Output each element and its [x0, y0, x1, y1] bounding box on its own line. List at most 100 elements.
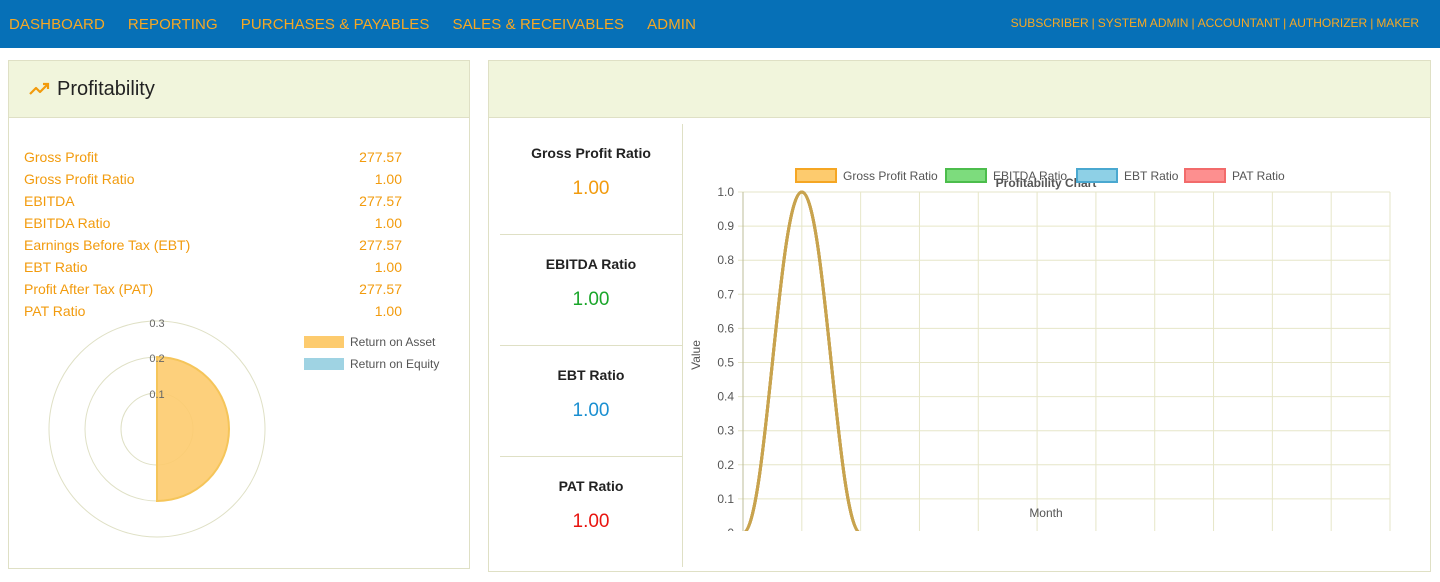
user-roles: SUBSCRIBER | SYSTEM ADMIN | ACCOUNTANT | AU… — [1011, 16, 1419, 30]
y-tick-label: 0.3 — [717, 424, 734, 438]
metric-label: EBT Ratio — [24, 259, 88, 275]
metric-label: Profit After Tax (PAT) — [24, 281, 154, 297]
metric-value: 1.00 — [374, 303, 402, 319]
series-line-ebitda-ratio[interactable] — [743, 190, 1390, 531]
profitability-line-chart: Profitability Chart Gross Profit Ratio EB… — [689, 168, 1391, 531]
legend-item-pat-ratio[interactable]: PAT Ratio — [1184, 168, 1285, 183]
profitability-panel-header: Profitability — [9, 61, 469, 118]
metric-row: EBT Ratio 1.00 — [24, 259, 402, 281]
ratio-panel-header — [489, 61, 1430, 118]
metric-value: 277.57 — [359, 237, 402, 253]
y-tick-label: 0.1 — [717, 492, 734, 506]
metric-value: 1.00 — [374, 171, 402, 187]
polar-tick-label: 0.2 — [149, 353, 164, 365]
ratio-value: 1.00 — [572, 178, 610, 199]
polar-chart: 0.3 0.2 0.1 — [48, 318, 266, 538]
role-separator: | — [1091, 16, 1095, 30]
legend-item-return-on-equity[interactable]: Return on Equity — [304, 353, 439, 375]
ratio-label: EBITDA Ratio — [545, 256, 637, 272]
nav-sales-receivables[interactable]: SALES & RECEIVABLES — [452, 16, 624, 33]
ratio-label: EBT Ratio — [557, 367, 625, 383]
metric-label: EBITDA — [24, 193, 75, 209]
polar-slice-return-on-asset[interactable] — [156, 355, 230, 503]
y-tick-label: 0 — [727, 526, 734, 531]
legend-label: EBITDA Ratio — [993, 169, 1067, 183]
ratio-value: 1.00 — [572, 400, 610, 421]
legend-label: Return on Asset — [350, 335, 436, 349]
metric-label: Earnings Before Tax (EBT) — [24, 237, 191, 253]
metric-label: Gross Profit — [24, 149, 98, 165]
legend-swatch — [304, 336, 344, 348]
nav-admin[interactable]: ADMIN — [647, 16, 696, 33]
legend-label: Gross Profit Ratio — [843, 169, 938, 183]
ratio-card-ebt: EBT Ratio 1.00 — [500, 346, 682, 457]
metric-value: 277.57 — [359, 193, 402, 209]
ratio-card-ebitda: EBITDA Ratio 1.00 — [500, 235, 682, 346]
series-line-pat-ratio[interactable] — [743, 190, 1390, 531]
ratio-value: 1.00 — [572, 511, 610, 532]
y-tick-label: 0.5 — [717, 356, 734, 370]
x-axis-label: Month — [1029, 506, 1062, 520]
legend-label: Return on Equity — [350, 357, 440, 371]
role-separator: | — [1370, 16, 1374, 30]
y-tick-label: 0.8 — [717, 253, 734, 267]
role-accountant[interactable]: ACCOUNTANT — [1198, 16, 1280, 30]
metrics-list: Gross Profit 277.57 Gross Profit Ratio 1.0… — [24, 149, 402, 325]
polar-legend: Return on Asset Return on Equity — [304, 331, 439, 375]
series-line-gross-profit-ratio[interactable] — [743, 190, 1390, 531]
legend-swatch — [304, 358, 344, 370]
y-tick-label: 0.4 — [717, 390, 734, 404]
y-tick-label: 0.6 — [717, 321, 734, 335]
role-separator: | — [1191, 16, 1195, 30]
metric-value: 1.00 — [374, 215, 402, 231]
y-tick-label: 0.9 — [717, 219, 734, 233]
legend-swatch — [945, 168, 987, 183]
y-axis-label: Value — [689, 340, 703, 370]
role-separator: | — [1283, 16, 1287, 30]
metric-value: 277.57 — [359, 281, 402, 297]
metric-row: Earnings Before Tax (EBT) 277.57 — [24, 237, 402, 259]
y-tick-label: 0.2 — [717, 458, 734, 472]
series-line-ebt-ratio[interactable] — [743, 190, 1390, 531]
ratio-label: PAT Ratio — [558, 478, 624, 494]
legend-item-ebt-ratio[interactable]: EBT Ratio — [1076, 168, 1179, 183]
role-subscriber[interactable]: SUBSCRIBER — [1011, 16, 1089, 30]
ratio-card-pat: PAT Ratio 1.00 — [500, 457, 682, 568]
role-maker[interactable]: MAKER — [1376, 16, 1419, 30]
legend-label: EBT Ratio — [1124, 169, 1179, 183]
polar-tick-label: 0.1 — [149, 389, 164, 401]
metric-row: EBITDA Ratio 1.00 — [24, 215, 402, 237]
nav-dashboard[interactable]: DASHBOARD — [9, 16, 105, 33]
ratio-card-gross-profit: Gross Profit Ratio 1.00 — [500, 124, 682, 235]
metric-row: Gross Profit Ratio 1.00 — [24, 171, 402, 193]
nav-reporting[interactable]: REPORTING — [128, 16, 218, 33]
ratio-label: Gross Profit Ratio — [531, 145, 651, 161]
legend-item-return-on-asset[interactable]: Return on Asset — [304, 331, 439, 353]
metric-row: EBITDA 277.57 — [24, 193, 402, 215]
legend-item-gross-profit-ratio[interactable]: Gross Profit Ratio — [795, 168, 938, 183]
metric-row: Profit After Tax (PAT) 277.57 — [24, 281, 402, 303]
legend-swatch — [795, 168, 837, 183]
metric-row: Gross Profit 277.57 — [24, 149, 402, 171]
metric-value: 277.57 — [359, 149, 402, 165]
legend-swatch — [1184, 168, 1226, 183]
polar-tick-label: 0.3 — [149, 318, 164, 330]
role-system-admin[interactable]: SYSTEM ADMIN — [1098, 16, 1189, 30]
metric-label: Gross Profit Ratio — [24, 171, 135, 187]
legend-swatch — [1076, 168, 1118, 183]
panel-title: Profitability — [57, 77, 155, 100]
profitability-panel: Profitability Gross Profit 277.57 Gross P… — [8, 60, 470, 569]
top-navbar: DASHBOARD REPORTING PURCHASES & PAYABLES… — [0, 0, 1440, 48]
y-tick-label: 0.7 — [717, 287, 734, 301]
y-tick-label: 1.0 — [717, 185, 734, 199]
ratio-panel: Gross Profit Ratio 1.00 EBITDA Ratio 1.0… — [488, 60, 1431, 572]
metric-label: EBITDA Ratio — [24, 215, 111, 231]
ratio-summary: Gross Profit Ratio 1.00 EBITDA Ratio 1.0… — [500, 124, 683, 567]
role-authorizer[interactable]: AUTHORIZER — [1289, 16, 1367, 30]
ratio-value: 1.00 — [572, 289, 610, 310]
legend-item-ebitda-ratio[interactable]: EBITDA Ratio — [945, 168, 1067, 183]
trending-up-icon — [29, 82, 50, 95]
metric-value: 1.00 — [374, 259, 402, 275]
legend-label: PAT Ratio — [1232, 169, 1285, 183]
nav-purchases-payables[interactable]: PURCHASES & PAYABLES — [241, 16, 430, 33]
